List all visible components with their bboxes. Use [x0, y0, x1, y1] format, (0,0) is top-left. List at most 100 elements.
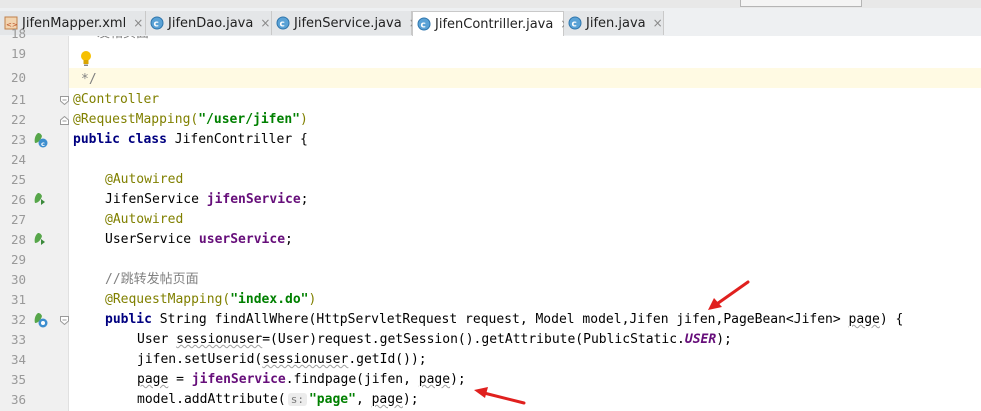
tab-jifen-java[interactable]: c Jifen.java ×: [564, 11, 664, 35]
line-number: 34: [10, 352, 26, 367]
line-number: 27: [10, 212, 26, 227]
variable-token: sessionuser: [176, 332, 263, 347]
code-line-28: UserService userService;: [105, 230, 293, 250]
tab-jifendao-java[interactable]: c JifenDao.java ×: [146, 11, 272, 35]
code-token: .findpage(jifen,: [285, 372, 419, 387]
variable-token: page: [137, 372, 169, 387]
code-token: JifenService: [105, 192, 207, 207]
code-line-31: @RequestMapping("index.do"): [105, 290, 316, 310]
current-line-highlight: [69, 68, 981, 88]
code-editor[interactable]: 发帖页面 */ @Controller @RequestMapping("/us…: [69, 36, 981, 411]
code-token: .getId());: [348, 352, 427, 367]
line-number: 25: [10, 172, 26, 187]
variable-token: page: [371, 392, 403, 407]
autowired-bean-icon[interactable]: [32, 232, 48, 248]
string-token: "index.do": [230, 292, 309, 307]
tab-label: JifenMapper.xml: [22, 15, 127, 31]
keyword-token: public: [105, 312, 152, 327]
code-token: UserService: [105, 232, 199, 247]
field-token: userService: [198, 232, 286, 247]
string-token: "/user/jifen": [198, 112, 300, 127]
line-number: 20: [10, 70, 26, 85]
intention-bulb-icon[interactable]: [79, 50, 93, 68]
constant-token: USER: [684, 332, 717, 347]
line-number: 28: [10, 232, 26, 247]
class-icon: c: [568, 16, 582, 30]
navigation-bar: [0, 0, 981, 8]
code-line-26: JifenService jifenService;: [105, 190, 309, 210]
close-icon[interactable]: ×: [133, 16, 143, 30]
tab-label: JifenContriller.java: [435, 16, 554, 32]
code-token: =: [168, 372, 192, 387]
variable-token: sessionuser: [262, 352, 349, 367]
line-number: 33: [10, 332, 26, 347]
code-token: JifenContriller {: [166, 132, 308, 147]
line-number: 35: [10, 372, 26, 387]
line-number: 29: [10, 252, 26, 267]
code-line-25: @Autowired: [105, 170, 183, 190]
class-icon: c: [150, 16, 164, 30]
annotation-token: ): [308, 292, 317, 307]
code-line-36: model.addAttribute(s: "page", page);: [137, 390, 419, 410]
fold-marker-icon[interactable]: [60, 116, 69, 125]
class-icon: c: [417, 17, 431, 31]
code-line-18: 发帖页面: [97, 36, 149, 44]
code-line-22: @RequestMapping("/user/jifen"): [73, 110, 308, 130]
code-line-20: */: [81, 72, 97, 87]
annotation-token: @RequestMapping(: [105, 292, 231, 307]
line-number: 26: [10, 192, 26, 207]
code-token: ;: [300, 192, 309, 207]
code-token: ,: [355, 392, 372, 407]
code-line-23: public class JifenContriller {: [73, 130, 308, 150]
variable-token: page: [848, 312, 880, 327]
code-line-30: //跳转发帖页面: [105, 272, 199, 287]
tab-jifenservice-java[interactable]: c JifenService.java ×: [272, 11, 419, 35]
svg-text:c: c: [421, 21, 426, 31]
editor-tab-bar: <> JifenMapper.xml × c JifenDao.java × c…: [0, 8, 981, 37]
annotation-token: @Autowired: [105, 172, 184, 187]
code-token: =(User)request.getSession().getAttribute…: [262, 332, 685, 347]
autowired-bean-icon[interactable]: [32, 192, 48, 208]
editor-gutter[interactable]: 18 19 20 21 22 23 24 25 26 27 28 29 30 3…: [0, 26, 69, 411]
svg-text:c: c: [154, 20, 159, 30]
line-number: 21: [10, 92, 26, 107]
code-token: User: [137, 332, 177, 347]
keyword-token: public class: [73, 132, 167, 147]
line-number: 18: [10, 26, 26, 41]
annotation-token: @Controller: [73, 92, 160, 107]
line-number: 31: [10, 292, 26, 307]
code-token: );: [402, 392, 419, 407]
fold-marker-icon[interactable]: [60, 96, 69, 105]
tab-label: JifenService.java: [294, 15, 402, 31]
line-number: 19: [10, 46, 26, 61]
run-configuration-dropdown[interactable]: [740, 0, 862, 7]
code-token: ) {: [879, 312, 904, 327]
tab-label: Jifen.java: [586, 15, 646, 31]
code-line-21: @Controller: [73, 90, 159, 110]
code-token: );: [450, 372, 466, 387]
svg-text:c: c: [572, 20, 577, 30]
code-line-34: jifen.setUserid(sessionuser.getId());: [137, 350, 427, 370]
tab-jifencontriller-java[interactable]: c JifenContriller.java ×: [412, 11, 570, 36]
line-number: 32: [10, 312, 26, 327]
field-token: jifenService: [191, 372, 286, 387]
close-icon[interactable]: ×: [260, 16, 270, 30]
close-icon[interactable]: ×: [653, 16, 663, 30]
spring-bean-icon[interactable]: c: [32, 132, 48, 148]
request-mapping-icon[interactable]: [32, 312, 48, 328]
code-line-27: @Autowired: [105, 210, 183, 230]
annotation-token: @Autowired: [105, 212, 184, 227]
tab-label: JifenDao.java: [168, 15, 254, 31]
annotation-token: @RequestMapping(: [73, 112, 199, 127]
fold-marker-icon[interactable]: [60, 316, 69, 325]
code-token: ;: [285, 232, 293, 247]
code-token: );: [716, 332, 732, 347]
code-line-32: public String findAllWhere(HttpServletRe…: [105, 310, 903, 330]
code-token: String findAllWhere(HttpServletRequest r…: [151, 312, 849, 327]
line-number: 24: [10, 152, 26, 167]
svg-text:c: c: [41, 140, 45, 148]
svg-text:c: c: [280, 20, 285, 30]
code-token: jifen.setUserid(: [137, 352, 263, 367]
code-line-35: page = jifenService.findpage(jifen, page…: [137, 370, 466, 390]
code-line-33: User sessionuser=(User)request.getSessio…: [137, 330, 732, 350]
